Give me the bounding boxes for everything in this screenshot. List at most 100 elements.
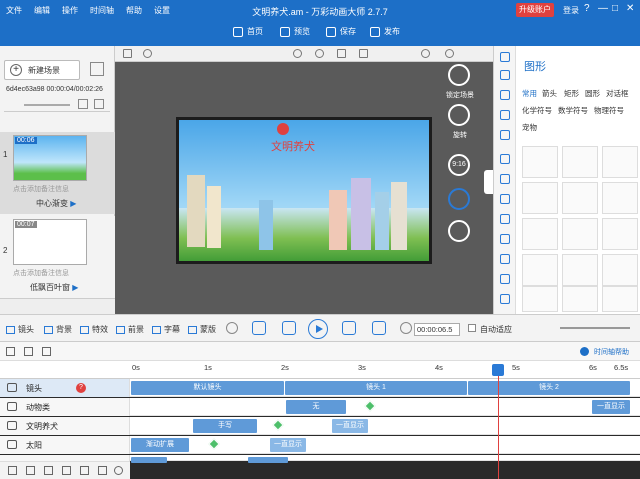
playhead-handle[interactable] (492, 364, 504, 376)
lock-icon[interactable] (448, 64, 470, 86)
add-track-icon[interactable] (8, 466, 17, 475)
step-forward-icon[interactable] (342, 321, 356, 335)
scene-note-input[interactable]: 点击添加备注信息 (13, 184, 87, 194)
tab-common[interactable]: 常用 (522, 88, 537, 99)
track-camera[interactable]: 镜头 ? 默认镜头 镜头 1 镜头 2 (0, 379, 640, 397)
align-icon[interactable] (42, 347, 51, 356)
timeline-help-link[interactable]: 时间轴帮助 (594, 347, 629, 357)
play-button[interactable] (308, 319, 328, 339)
keyframe-diamond[interactable] (364, 400, 376, 412)
move-up-icon[interactable] (62, 466, 71, 475)
collapse-handle[interactable] (484, 170, 493, 194)
home-button[interactable]: 首页 (233, 26, 263, 37)
mask-button[interactable]: 蒙版 (188, 324, 216, 335)
camera-icon[interactable] (448, 188, 470, 210)
keyframe-diamond[interactable] (208, 438, 220, 450)
timeline-zoom-slider[interactable] (560, 327, 630, 329)
music-category-icon[interactable] (500, 130, 510, 140)
scene-thumbnail[interactable]: 00:07 (13, 219, 87, 265)
animation-bar[interactable]: 手写 (193, 419, 257, 433)
animation-bar[interactable]: 一直显示 (592, 400, 630, 414)
help-icon[interactable]: ? (584, 3, 590, 14)
shape-elbow-arrow[interactable] (562, 286, 598, 312)
login-link[interactable]: 登录 (563, 5, 579, 16)
scene-menu-icon[interactable] (90, 62, 104, 76)
shape-arrow-line[interactable] (562, 146, 598, 178)
effect-button[interactable]: 特效 (80, 324, 108, 335)
filter-icon[interactable] (24, 347, 33, 356)
minimize-icon[interactable]: — (598, 3, 608, 14)
scene-thumbnail[interactable]: 00:06 (13, 135, 87, 181)
shape-double-arrow[interactable] (602, 254, 638, 286)
volume-slider[interactable] (24, 104, 70, 106)
scene-item-2[interactable]: 2 00:07 点击添加备注信息 低飘百叶窗 ▶ (0, 216, 115, 298)
animation-bar[interactable]: 渐动扩展 (131, 438, 189, 452)
shape-triangle[interactable] (522, 218, 558, 250)
scene-item-1[interactable]: 1 00:06 点击添加备注信息 中心渐变 ▶ (0, 132, 115, 214)
ratio-button[interactable]: 9:16 (448, 154, 470, 176)
rotate-icon[interactable] (448, 104, 470, 126)
tab-chemistry[interactable]: 化学符号 (522, 105, 552, 116)
animation-bar[interactable]: 镜头 1 (285, 381, 467, 395)
animation-bar[interactable]: 无 (286, 400, 346, 414)
image-category-icon[interactable] (500, 70, 510, 80)
tab-dialog[interactable]: 对话框 (606, 88, 629, 99)
keyframe-diamond[interactable] (272, 419, 284, 431)
maximize-icon[interactable]: □ (612, 3, 618, 14)
track-animals[interactable]: 动物类 无 一直显示 (0, 398, 640, 416)
shape-bracket[interactable] (522, 286, 558, 312)
stage-canvas[interactable]: 文明养犬 (176, 117, 432, 264)
redo-icon[interactable] (445, 49, 454, 58)
gallery-category-icon[interactable] (500, 194, 510, 204)
tab-arrow[interactable]: 箭头 (542, 88, 557, 99)
trash-icon[interactable] (94, 99, 104, 109)
move-down-icon[interactable] (44, 466, 53, 475)
time-input[interactable]: 00:00:06.5 (414, 323, 460, 336)
animation-bar[interactable] (248, 457, 288, 463)
home-icon[interactable] (123, 49, 132, 58)
scene-transition[interactable]: 低飘百叶窗 ▶ (30, 282, 78, 293)
shape-star[interactable] (562, 218, 598, 250)
time-ruler[interactable]: 0s 1s 2s 3s 4s 5s 6s 6.5s (0, 361, 640, 379)
sun-icon[interactable] (277, 123, 289, 135)
folder-icon[interactable] (26, 466, 35, 475)
shape-category-icon[interactable] (500, 52, 510, 62)
subtitle-button[interactable]: 字幕 (152, 324, 180, 335)
zoom-out-icon[interactable] (143, 49, 152, 58)
shape-curve[interactable] (602, 146, 638, 178)
step-back-icon[interactable] (282, 321, 296, 335)
svg-category-icon[interactable] (500, 274, 510, 284)
character-category-icon[interactable] (500, 90, 510, 100)
animation-bar[interactable]: 默认镜头 (131, 381, 284, 395)
pen-icon[interactable] (448, 220, 470, 242)
camera-button[interactable]: 镜头 (6, 324, 34, 335)
warning-icon[interactable]: ? (76, 383, 86, 393)
foreground-button[interactable]: 前景 (116, 324, 144, 335)
fit-icon[interactable] (337, 49, 346, 58)
more-category-icon[interactable] (500, 294, 510, 304)
video-category-icon[interactable] (500, 254, 510, 264)
copy-icon[interactable] (359, 49, 368, 58)
shape-wave[interactable] (602, 218, 638, 250)
animation-bar[interactable] (131, 457, 167, 463)
next-frame-icon[interactable] (372, 321, 386, 335)
publish-button[interactable]: 发布 (370, 26, 400, 37)
tab-physics[interactable]: 物理符号 (594, 105, 624, 116)
eye-icon[interactable] (114, 466, 123, 475)
shape-rectangle[interactable] (602, 182, 638, 214)
text-overlay[interactable]: 文明养犬 (271, 138, 315, 154)
animation-bar[interactable]: 一直显示 (270, 438, 306, 452)
upgrade-button[interactable]: 升级账户 (516, 3, 554, 17)
tab-circle[interactable]: 圆形 (585, 88, 600, 99)
save-button[interactable]: 保存 (326, 26, 356, 37)
tab-math[interactable]: 数学符号 (558, 105, 588, 116)
scene-note-input[interactable]: 点击添加备注信息 (13, 268, 87, 278)
text-category-icon[interactable] (500, 110, 510, 120)
scene-transition[interactable]: 中心渐变 ▶ (36, 198, 76, 209)
shape-speech[interactable] (562, 254, 598, 286)
track-sun[interactable]: 太阳 渐动扩展 一直显示 (0, 436, 640, 454)
add-keyframe-icon[interactable] (6, 347, 15, 356)
new-scene-button[interactable]: + 新建场景 (4, 60, 80, 80)
trash-icon[interactable] (80, 466, 89, 475)
shape-cloud[interactable] (522, 254, 558, 286)
